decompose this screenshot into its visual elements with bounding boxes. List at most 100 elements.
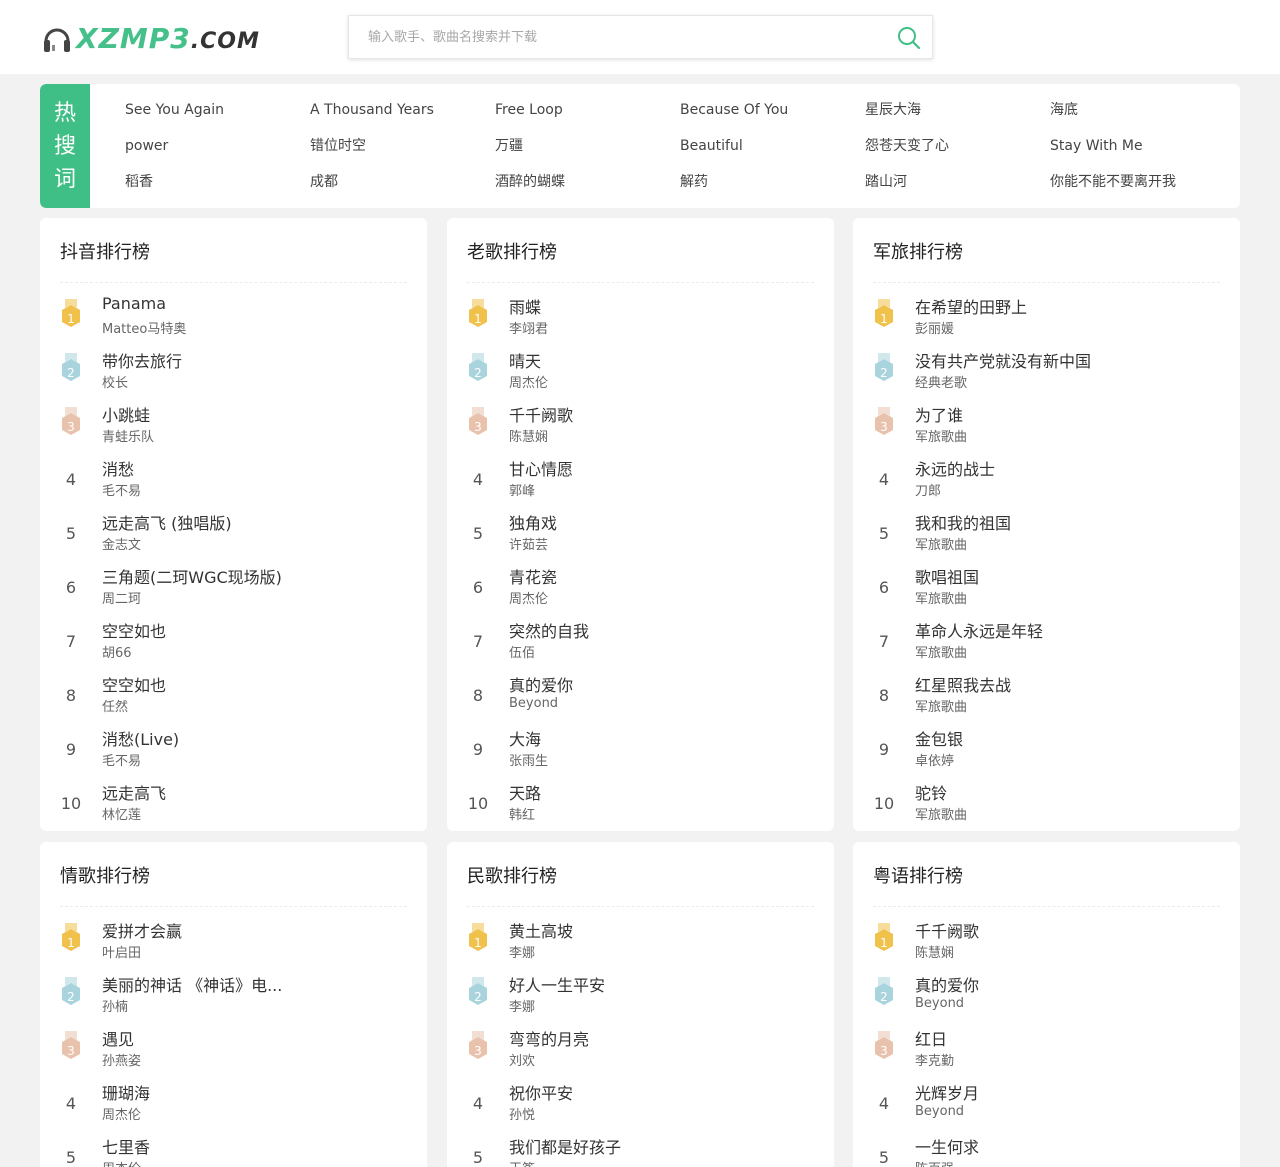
rank-number: 8 xyxy=(878,685,890,705)
hot-keyword-link[interactable]: 错位时空 xyxy=(310,128,495,164)
rank-item[interactable]: 1 爱拼才会赢 叶启田 xyxy=(60,914,407,968)
song-title: 红星照我去战 xyxy=(915,676,1012,695)
song-artist: 林忆莲 xyxy=(102,808,142,823)
rank-item[interactable]: 9 大海 张雨生 xyxy=(467,722,814,776)
rank-number: 5 xyxy=(878,523,890,543)
rank-item[interactable]: 7 突然的自我 伍佰 xyxy=(467,614,814,668)
hot-keyword-link[interactable]: Because Of You xyxy=(680,92,865,128)
rank-item[interactable]: 10 远走高飞 林忆莲 xyxy=(60,776,407,830)
rank-item[interactable]: 10 驼铃 军旅歌曲 xyxy=(873,776,1220,830)
rank-item[interactable]: 4 永远的战士 刀郎 xyxy=(873,452,1220,506)
search-icon[interactable] xyxy=(896,25,922,51)
rank-list: 1 爱拼才会赢 叶启田 2 美丽的神话 《神话》电... 孙楠 3 遇见 孙燕姿 4 珊瑚海 周杰伦 5… xyxy=(60,914,407,1167)
rank-number: 3 xyxy=(474,1044,482,1058)
hot-keyword-link[interactable]: 海底 xyxy=(1050,92,1235,128)
rank-item[interactable]: 8 红星照我去战 军旅歌曲 xyxy=(873,668,1220,722)
song-title: 歌唱祖国 xyxy=(915,568,980,587)
song-title: 小跳蛙 xyxy=(102,406,151,425)
hot-keyword-link[interactable]: 解药 xyxy=(680,164,865,200)
rank-item[interactable]: 3 为了谁 军旅歌曲 xyxy=(873,398,1220,452)
song-artist: 军旅歌曲 xyxy=(915,430,968,445)
site-logo[interactable]: XZMP3.COM xyxy=(42,18,260,58)
rank-item[interactable]: 3 红日 李克勤 xyxy=(873,1022,1220,1076)
rank-item[interactable]: 4 祝你平安 孙悦 xyxy=(467,1076,814,1130)
rank-item[interactable]: 6 歌唱祖国 军旅歌曲 xyxy=(873,560,1220,614)
rank-item[interactable]: 5 我和我的祖国 军旅歌曲 xyxy=(873,506,1220,560)
hot-keyword-link[interactable]: 酒醉的蝴蝶 xyxy=(495,164,680,200)
song-title: 驼铃 xyxy=(915,784,948,803)
song-artist: 胡66 xyxy=(102,646,132,661)
rank-item[interactable]: 5 七里香周杰伦 xyxy=(60,1130,407,1167)
hot-keyword-link[interactable]: Beautiful xyxy=(680,128,865,164)
song-title: 大海 xyxy=(509,730,542,749)
song-artist: Matteo马特奥 xyxy=(102,322,187,337)
rank-item[interactable]: 8 真的爱你 Beyond xyxy=(467,668,814,722)
rank-item[interactable]: 9 消愁(Live) 毛不易 xyxy=(60,722,407,776)
rank-item[interactable]: 5 独角戏 许茹芸 xyxy=(467,506,814,560)
hot-keyword-link[interactable]: See You Again xyxy=(125,92,310,128)
medal-icon: 2 xyxy=(467,977,489,1007)
hot-keyword-link[interactable]: 成都 xyxy=(310,164,495,200)
song-artist: 周杰伦 xyxy=(509,592,549,607)
rank-item[interactable]: 4 消愁 毛不易 xyxy=(60,452,407,506)
rank-item[interactable]: 2 真的爱你 Beyond xyxy=(873,968,1220,1022)
rank-item[interactable]: 5 一生何求陈百强 xyxy=(873,1130,1220,1167)
rank-item[interactable]: 5 远走高飞 (独唱版) 金志文 xyxy=(60,506,407,560)
rank-number: 2 xyxy=(880,366,888,380)
rank-item[interactable]: 2 没有共产党就没有新中国 经典老歌 xyxy=(873,344,1220,398)
song-title: 甘心情愿 xyxy=(509,460,574,479)
hot-keyword-link[interactable]: 你能不能不要离开我 xyxy=(1050,164,1235,200)
song-artist: 孙燕姿 xyxy=(102,1054,142,1069)
rank-item[interactable]: 4 甘心情愿 郭峰 xyxy=(467,452,814,506)
panel-title: 抖音排行榜 xyxy=(60,242,150,263)
medal-icon: 1 xyxy=(60,299,82,329)
rank-item[interactable]: 6 三角题(二珂WGC现场版) 周二珂 xyxy=(60,560,407,614)
rank-item[interactable]: 7 革命人永远是年轻 军旅歌曲 xyxy=(873,614,1220,668)
rank-item[interactable]: 4 光辉岁月 Beyond xyxy=(873,1076,1220,1130)
hot-keyword-link[interactable]: 怨苍天变了心 xyxy=(865,128,1050,164)
song-title: 在希望的田野上 xyxy=(915,298,1028,317)
rank-item[interactable]: 10 天路 韩红 xyxy=(467,776,814,830)
rank-item[interactable]: 5 我们都是好孩子王筝 xyxy=(467,1130,814,1167)
rank-item[interactable]: 8 空空如也 任然 xyxy=(60,668,407,722)
song-title: 天路 xyxy=(509,784,542,803)
rank-item[interactable]: 7 空空如也 胡66 xyxy=(60,614,407,668)
rank-item[interactable]: 2 晴天 周杰伦 xyxy=(467,344,814,398)
rank-item[interactable]: 3 小跳蛙 青蛙乐队 xyxy=(60,398,407,452)
rank-item[interactable]: 2 好人一生平安 李娜 xyxy=(467,968,814,1022)
rank-item[interactable]: 3 遇见 孙燕姿 xyxy=(60,1022,407,1076)
song-title: 红日 xyxy=(915,1030,948,1049)
rank-item[interactable]: 6 青花瓷 周杰伦 xyxy=(467,560,814,614)
rank-item[interactable]: 1 雨蝶 李翊君 xyxy=(467,290,814,344)
hot-keyword-link[interactable]: power xyxy=(125,128,310,164)
rank-item[interactable]: 3 弯弯的月亮 刘欢 xyxy=(467,1022,814,1076)
rank-item[interactable]: 2 带你去旅行 校长 xyxy=(60,344,407,398)
rank-number: 5 xyxy=(65,1147,77,1167)
song-title: 晴天 xyxy=(509,352,542,371)
medal-icon: 3 xyxy=(60,407,82,437)
hot-keyword-link[interactable]: 星辰大海 xyxy=(865,92,1050,128)
hot-keyword-link[interactable]: Free Loop xyxy=(495,92,680,128)
rank-item[interactable]: 1 千千阙歌 陈慧娴 xyxy=(873,914,1220,968)
medal-icon: 2 xyxy=(873,353,895,383)
hot-keyword-link[interactable]: 踏山河 xyxy=(865,164,1050,200)
rank-number: 9 xyxy=(472,739,484,759)
rank-item[interactable]: 3 千千阙歌 陈慧娴 xyxy=(467,398,814,452)
rank-item[interactable]: 1 黄土高坡 李娜 xyxy=(467,914,814,968)
song-title: 遇见 xyxy=(102,1030,135,1049)
search-input[interactable] xyxy=(349,16,889,58)
rank-number: 5 xyxy=(65,523,77,543)
medal-icon: 3 xyxy=(467,1031,489,1061)
rank-item[interactable]: 2 美丽的神话 《神话》电... 孙楠 xyxy=(60,968,407,1022)
panel-title: 军旅排行榜 xyxy=(873,242,963,263)
rank-item[interactable]: 1 Panama Matteo马特奥 xyxy=(60,290,407,344)
rank-item[interactable]: 4 珊瑚海 周杰伦 xyxy=(60,1076,407,1130)
hot-keyword-link[interactable]: A Thousand Years xyxy=(310,92,495,128)
hot-keyword-link[interactable]: 稻香 xyxy=(125,164,310,200)
rank-item[interactable]: 9 金包银 卓依婷 xyxy=(873,722,1220,776)
rank-number: 3 xyxy=(474,420,482,434)
hot-keyword-link[interactable]: Stay With Me xyxy=(1050,128,1235,164)
song-title: 祝你平安 xyxy=(509,1084,574,1103)
hot-keyword-link[interactable]: 万疆 xyxy=(495,128,680,164)
rank-item[interactable]: 1 在希望的田野上 彭丽媛 xyxy=(873,290,1220,344)
